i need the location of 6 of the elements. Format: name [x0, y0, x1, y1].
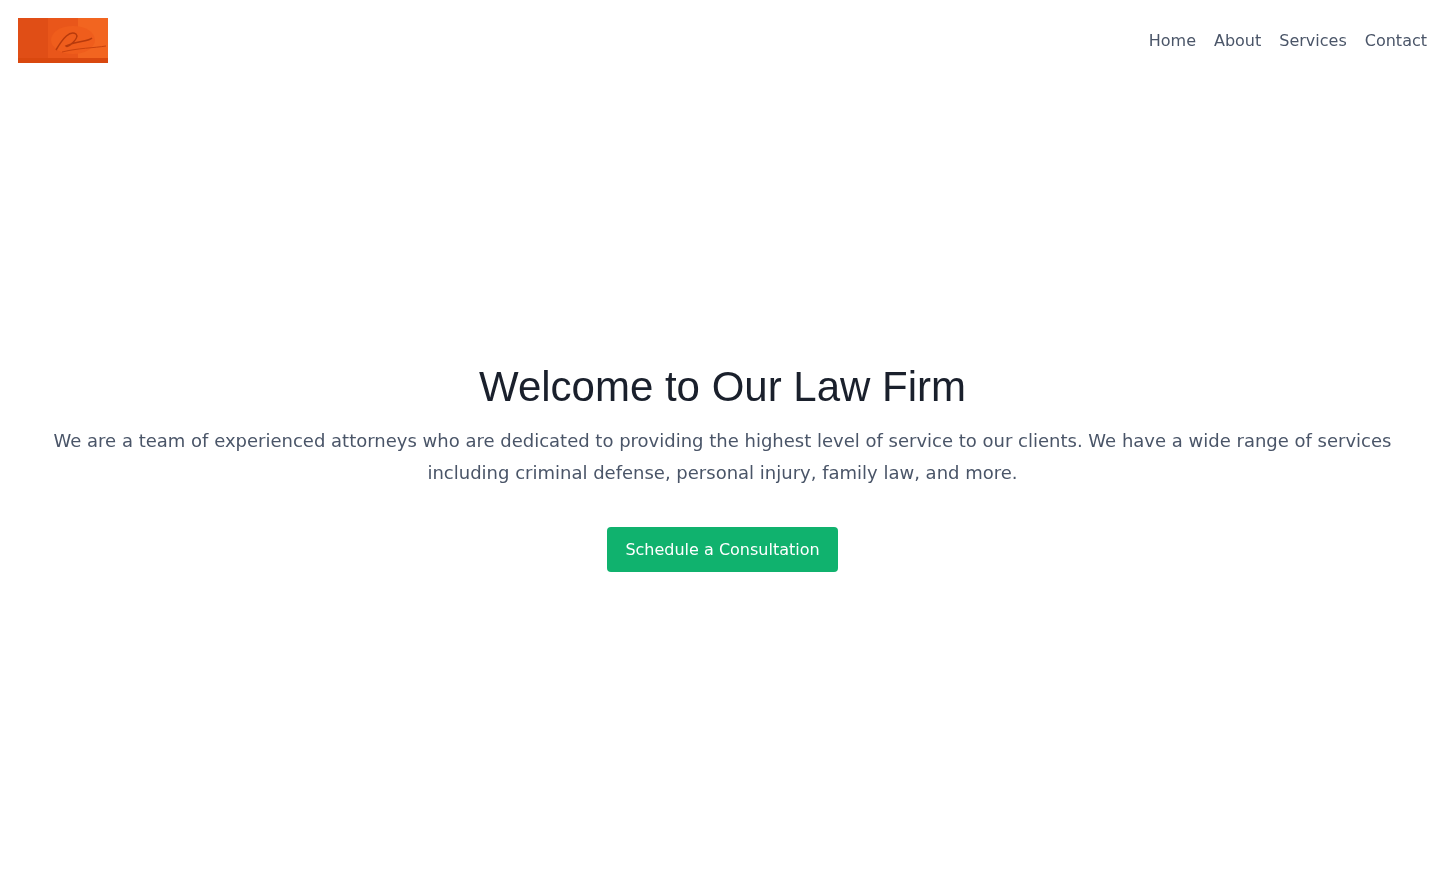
hero-title: Welcome to Our Law Firm — [479, 363, 966, 411]
hero-text: We are a team of experienced attorneys who are dedicated to providing the highest level of service to our clients. We have a wide range of services including criminal defense, personal injury, family law, and more. — [52, 429, 1393, 485]
nav-link[interactable]: Home — [1148, 31, 1196, 50]
nav-link[interactable]: Contact — [1364, 31, 1427, 50]
nav-link[interactable]: About — [1213, 31, 1262, 50]
nav-link[interactable]: Services — [1279, 31, 1347, 50]
